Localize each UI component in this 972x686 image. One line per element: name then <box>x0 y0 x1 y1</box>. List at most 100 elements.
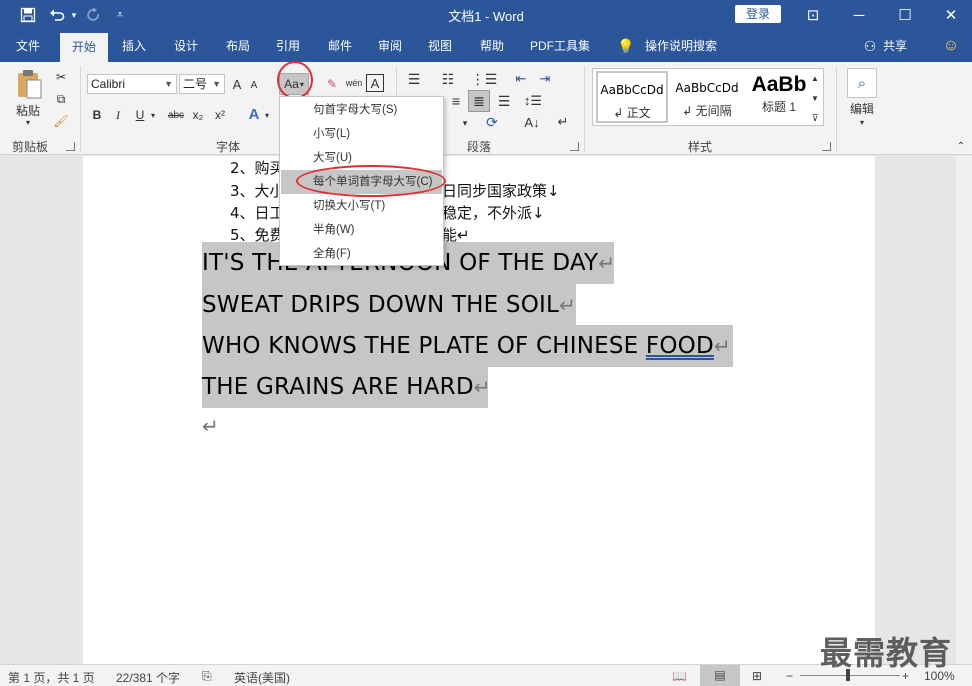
maximize-button[interactable]: ☐ <box>882 0 928 30</box>
underline-button[interactable]: U <box>132 106 148 124</box>
style-name: ↲ 无间隔 <box>682 104 732 118</box>
vertical-scrollbar[interactable] <box>956 156 972 664</box>
justify-icon[interactable]: ≣ <box>468 90 490 112</box>
selected-text-line[interactable]: THE GRAINS ARE HARD↵ <box>202 366 491 408</box>
underline-dropdown-icon[interactable]: ▾ <box>148 106 158 124</box>
tab-view[interactable]: 视图 <box>418 30 462 62</box>
smiley-icon[interactable]: ☺ <box>938 30 964 62</box>
minimize-button[interactable]: ─ <box>836 0 882 30</box>
clipboard-icon[interactable] <box>12 68 48 100</box>
text-effects-dropdown-icon[interactable]: ▾ <box>262 106 272 124</box>
styles-group-label: 样式 <box>688 140 713 154</box>
menu-item-lowercase[interactable]: 小写(L) <box>281 122 442 146</box>
paragraph-launcher-icon[interactable] <box>570 142 579 151</box>
tab-mailings[interactable]: 邮件 <box>318 30 362 62</box>
close-button[interactable]: ✕ <box>928 0 972 30</box>
styles-launcher-icon[interactable] <box>822 142 831 151</box>
collapse-ribbon-icon[interactable]: ⌃ <box>954 140 968 152</box>
shading-dropdown-icon[interactable]: ▾ <box>458 114 472 132</box>
language-indicator[interactable]: 英语(美国) <box>234 669 290 686</box>
strikethrough-button[interactable]: abc <box>164 106 188 124</box>
menu-item-half-width[interactable]: 半角(W) <box>281 218 442 242</box>
share-person-icon[interactable]: ⚇ <box>860 30 880 62</box>
tab-insert[interactable]: 插入 <box>114 30 154 62</box>
editing-dropdown-icon[interactable]: ▾ <box>856 116 868 128</box>
cut-icon[interactable]: ✂ <box>52 68 70 86</box>
phonetic-guide-button[interactable]: wén <box>344 72 364 94</box>
print-layout-icon[interactable]: ▤ <box>700 665 740 686</box>
tab-pdf-tools[interactable]: PDF工具集 <box>526 30 594 62</box>
selected-text-line[interactable]: WHO KNOWS THE PLATE OF CHINESE FOOD↵ <box>202 325 733 367</box>
style-name: 标题 1 <box>761 100 796 114</box>
multilevel-list-icon[interactable]: ⋮☰ <box>471 70 498 88</box>
divider <box>584 66 585 152</box>
bullets-icon[interactable]: ☰ <box>404 70 424 88</box>
divider <box>836 66 837 152</box>
tab-help[interactable]: 帮助 <box>470 30 514 62</box>
show-marks-icon[interactable]: ↵ <box>554 112 572 132</box>
web-layout-icon[interactable]: ⊞ <box>752 669 762 683</box>
gallery-down-icon[interactable]: ▼ <box>808 90 822 106</box>
read-mode-icon[interactable]: 📖 <box>672 669 687 683</box>
gallery-more-icon[interactable]: ⊽ <box>808 110 822 126</box>
italic-button[interactable]: I <box>110 106 126 124</box>
list-item-tail: 稳定，不外派↓ <box>442 204 545 222</box>
character-border-button[interactable]: A <box>366 74 384 92</box>
document-page[interactable] <box>83 156 875 664</box>
subscript-button[interactable]: x₂ <box>190 106 206 124</box>
clipboard-launcher-icon[interactable] <box>66 142 75 151</box>
bold-button[interactable]: B <box>89 106 105 124</box>
superscript-button[interactable]: x² <box>212 106 228 124</box>
list-item: 2、购买 <box>230 157 285 178</box>
shrink-font-button[interactable]: A <box>247 76 261 94</box>
increase-indent-icon[interactable]: ⇥ <box>536 70 554 88</box>
line-text: SWEAT DRIPS DOWN THE SOIL <box>202 292 559 318</box>
chevron-down-icon: ▼ <box>212 79 221 89</box>
chevron-down-icon: ▼ <box>164 79 173 89</box>
font-name-combo[interactable]: Calibri ▼ <box>87 74 177 94</box>
ribbon-display-icon[interactable]: ⊡ <box>790 0 836 30</box>
text-effects-icon[interactable]: A <box>244 104 264 124</box>
style-heading-1[interactable]: AaBb 标题 1 <box>743 71 815 123</box>
numbering-icon[interactable]: ☷ <box>438 70 458 88</box>
menu-item-full-width[interactable]: 全角(F) <box>281 242 442 266</box>
align-center-icon[interactable]: ≡ <box>446 92 466 110</box>
gallery-up-icon[interactable]: ▲ <box>808 70 822 86</box>
selected-text-line[interactable]: SWEAT DRIPS DOWN THE SOIL↵ <box>202 284 576 326</box>
clear-formatting-icon[interactable]: ✎ <box>322 74 342 94</box>
lightbulb-icon[interactable]: 💡 <box>614 30 638 62</box>
list-item: 4、日工 <box>230 202 285 223</box>
tab-design[interactable]: 设计 <box>164 30 208 62</box>
sort-icon[interactable]: A↓ <box>522 112 542 132</box>
style-sample: AaBb <box>751 73 807 96</box>
asian-layout-icon[interactable]: ⟳ <box>480 112 504 132</box>
tell-me-search[interactable]: 操作说明搜索 <box>640 30 722 62</box>
decrease-indent-icon[interactable]: ⇤ <box>512 70 530 88</box>
zoom-slider[interactable] <box>800 675 900 676</box>
word-count[interactable]: 22/381 个字 <box>116 669 180 686</box>
paste-dropdown-icon[interactable]: ▾ <box>22 116 34 128</box>
line-spacing-icon[interactable]: ↕☰ <box>520 92 546 110</box>
copy-icon[interactable]: ⧉ <box>52 90 70 108</box>
proofing-icon[interactable]: ⎘ <box>202 669 212 684</box>
tab-home[interactable]: 开始 <box>60 33 108 62</box>
tab-review[interactable]: 审阅 <box>368 30 412 62</box>
format-painter-icon[interactable]: 🖌 <box>52 112 70 130</box>
font-size-combo[interactable]: 二号 ▼ <box>179 74 225 94</box>
editing-button[interactable]: 编辑 <box>842 100 882 116</box>
list-text: 3、大小 <box>230 182 285 200</box>
zoom-out-icon[interactable]: − <box>786 669 793 683</box>
tab-layout[interactable]: 布局 <box>216 30 260 62</box>
tab-references[interactable]: 引用 <box>268 30 308 62</box>
search-icon[interactable]: ⌕ <box>847 68 877 98</box>
tab-file[interactable]: 文件 <box>6 30 50 62</box>
share-button[interactable]: 共享 <box>880 30 910 62</box>
distributed-icon[interactable]: ☰ <box>494 92 514 110</box>
style-normal[interactable]: AaBbCcDd ↲ 正文 <box>596 71 668 123</box>
style-no-spacing[interactable]: AaBbCcDd ↲ 无间隔 <box>671 71 743 123</box>
menu-item-toggle-case[interactable]: 切换大小写(T) <box>281 194 442 218</box>
grow-font-button[interactable]: A <box>229 74 245 94</box>
menu-item-sentence-case[interactable]: 句首字母大写(S) <box>281 98 442 122</box>
login-button[interactable]: 登录 <box>735 5 781 23</box>
page-count[interactable]: 第 1 页，共 1 页 <box>8 669 95 686</box>
